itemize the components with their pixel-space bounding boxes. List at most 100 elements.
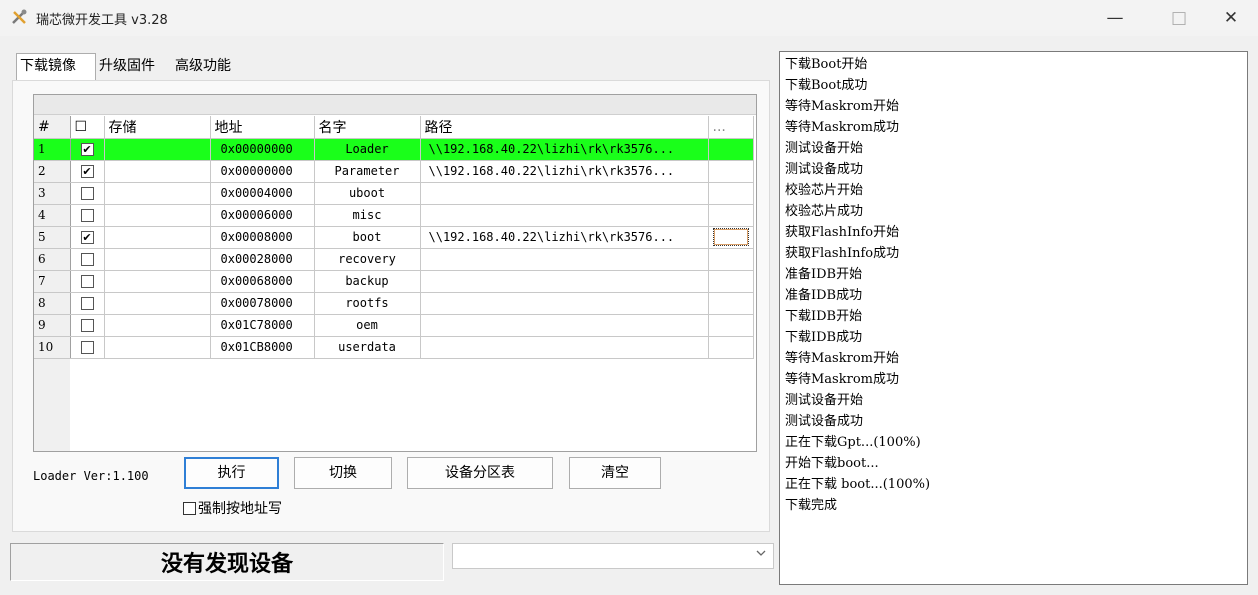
table-row[interactable]: 2 ✔ 0x00000000 Parameter \\192.168.40.22\liz… (34, 160, 754, 183)
table-header-row: # ☐ 存储 地址 名字 路径 ... (34, 116, 754, 139)
loader-version: Loader Ver:1.100 (33, 469, 149, 483)
row-path[interactable]: \\192.168.40.22\lizhi\rk\rk3576... (420, 138, 709, 161)
row-storage (104, 182, 211, 205)
checkbox[interactable] (80, 275, 94, 288)
log-panel[interactable]: 下载Boot开始 下载Boot成功 等待Maskrom开始 等待Maskrom成功 测试… (779, 51, 1248, 585)
row-browse[interactable] (708, 270, 754, 293)
row-browse[interactable] (708, 182, 754, 205)
browse-cell-selected[interactable] (712, 228, 749, 246)
log-line: 校验芯片开始 (785, 183, 864, 198)
row-path[interactable]: \\192.168.40.22\lizhi\rk\rk3576... (420, 160, 709, 183)
row-checkbox[interactable] (70, 270, 105, 293)
row-path[interactable] (420, 182, 709, 205)
tab-download-image[interactable]: 下载镜像 (16, 53, 96, 81)
table-row[interactable]: 7 0x00068000 backup (34, 270, 754, 293)
checkbox[interactable] (80, 253, 94, 266)
row-name: userdata (314, 336, 421, 359)
log-line: 校验芯片成功 (785, 204, 864, 219)
column-header-select-all[interactable]: ☐ (70, 116, 105, 139)
force-address-option[interactable]: 强制按地址写 (183, 498, 282, 518)
row-checkbox[interactable] (70, 248, 105, 271)
checkbox[interactable] (80, 209, 94, 222)
row-number: 4 (34, 204, 71, 227)
row-checkbox[interactable] (70, 314, 105, 337)
tab-advanced-functions[interactable]: 高级功能 (172, 54, 244, 80)
minimize-button[interactable]: — (1092, 4, 1138, 32)
row-checkbox[interactable] (70, 182, 105, 205)
column-header-address[interactable]: 地址 (210, 116, 315, 139)
column-header-name[interactable]: 名字 (314, 116, 421, 139)
clear-button[interactable]: 清空 (569, 457, 661, 489)
row-browse[interactable] (708, 226, 754, 249)
tab-upgrade-firmware[interactable]: 升级固件 (96, 54, 168, 80)
checkbox[interactable] (80, 187, 94, 200)
table-row[interactable]: 4 0x00006000 misc (34, 204, 754, 227)
row-browse[interactable] (708, 204, 754, 227)
app-tools-icon (10, 8, 28, 26)
row-storage (104, 160, 211, 183)
table-row[interactable]: 1 ✔ 0x00000000 Loader \\192.168.40.22\lizhi\… (34, 138, 754, 161)
table-row[interactable]: 8 0x00078000 rootfs (34, 292, 754, 315)
column-header-more[interactable]: ... (708, 116, 754, 139)
device-dropdown[interactable] (452, 543, 774, 569)
row-checkbox[interactable] (70, 204, 105, 227)
row-name: backup (314, 270, 421, 293)
row-number: 8 (34, 292, 71, 315)
table-row[interactable]: 6 0x00028000 recovery (34, 248, 754, 271)
row-address: 0x01C78000 (210, 314, 315, 337)
row-browse[interactable] (708, 138, 754, 161)
row-checkbox[interactable] (70, 336, 105, 359)
checkbox[interactable]: ✔ (80, 165, 94, 178)
checkbox[interactable] (80, 319, 94, 332)
table-row[interactable]: 3 0x00004000 uboot (34, 182, 754, 205)
row-checkbox[interactable] (70, 292, 105, 315)
maximize-button[interactable]: □ (1156, 4, 1202, 32)
table-row[interactable]: 5 ✔ 0x00008000 boot \\192.168.40.22\lizhi\rk… (34, 226, 754, 249)
row-storage (104, 138, 211, 161)
log-line: 下载完成 (785, 498, 838, 513)
row-browse[interactable] (708, 248, 754, 271)
table-row[interactable]: 9 0x01C78000 oem (34, 314, 754, 337)
row-browse[interactable] (708, 314, 754, 337)
row-browse[interactable] (708, 336, 754, 359)
table-row[interactable]: 10 0x01CB8000 userdata (34, 336, 754, 359)
log-line: 准备IDB开始 (785, 267, 863, 282)
checkbox[interactable] (80, 341, 94, 354)
log-line: 下载Boot成功 (785, 78, 868, 93)
row-storage (104, 204, 211, 227)
row-path[interactable]: \\192.168.40.22\lizhi\rk\rk3576... (420, 226, 709, 249)
row-path[interactable] (420, 248, 709, 271)
execute-button[interactable]: 执行 (184, 457, 279, 489)
row-address: 0x00068000 (210, 270, 315, 293)
row-path[interactable] (420, 292, 709, 315)
log-line: 开始下载boot... (785, 456, 879, 471)
checkbox[interactable]: ✔ (80, 143, 94, 156)
partition-table-button[interactable]: 设备分区表 (407, 457, 553, 489)
row-path[interactable] (420, 270, 709, 293)
row-checkbox[interactable]: ✔ (70, 138, 105, 161)
row-checkbox[interactable]: ✔ (70, 226, 105, 249)
row-path[interactable] (420, 336, 709, 359)
row-storage (104, 292, 211, 315)
checkbox[interactable]: ✔ (80, 231, 94, 244)
row-path[interactable] (420, 204, 709, 227)
log-line: 测试设备开始 (785, 141, 864, 156)
close-button[interactable]: ✕ (1208, 4, 1254, 32)
row-browse[interactable] (708, 160, 754, 183)
log-line: 等待Maskrom开始 (785, 99, 899, 114)
row-address: 0x00008000 (210, 226, 315, 249)
row-path[interactable] (420, 314, 709, 337)
row-storage (104, 270, 211, 293)
row-number: 2 (34, 160, 71, 183)
switch-button[interactable]: 切换 (294, 457, 392, 489)
force-address-checkbox[interactable] (183, 502, 196, 515)
column-header-storage[interactable]: 存储 (104, 116, 211, 139)
row-address: 0x00000000 (210, 160, 315, 183)
column-header-path[interactable]: 路径 (420, 116, 709, 139)
log-line: 测试设备开始 (785, 393, 864, 408)
row-number: 5 (34, 226, 71, 249)
row-checkbox[interactable]: ✔ (70, 160, 105, 183)
row-browse[interactable] (708, 292, 754, 315)
checkbox[interactable] (80, 297, 94, 310)
row-number: 7 (34, 270, 71, 293)
